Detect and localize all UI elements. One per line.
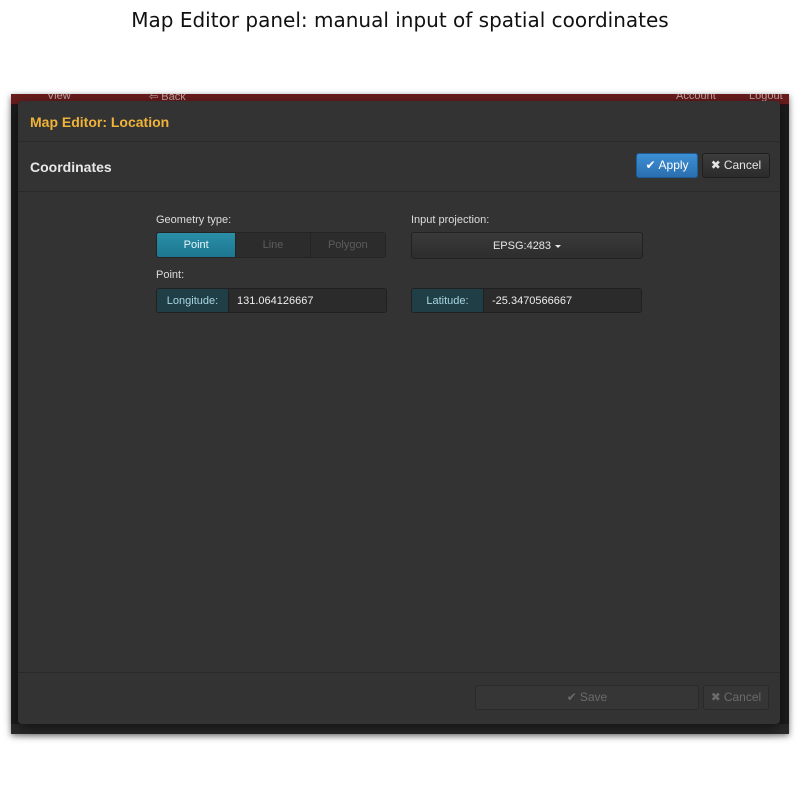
check-icon: ✔	[645, 158, 656, 172]
latitude-input[interactable]	[484, 289, 641, 312]
close-icon: ✖	[710, 158, 721, 172]
projection-dropdown[interactable]: EPSG:4283	[411, 232, 643, 259]
map-editor-modal: Map Editor: Location Coordinates ✔ Apply …	[18, 101, 780, 724]
longitude-input[interactable]	[229, 289, 386, 312]
save-button-label: Save	[579, 690, 608, 704]
input-projection-label: Input projection:	[411, 214, 490, 226]
caret-down-icon	[555, 245, 562, 248]
geometry-option-polygon[interactable]: Polygon	[309, 233, 385, 257]
cancel-button[interactable]: ✖ Cancel	[702, 153, 770, 178]
footer-cancel-button-label: Cancel	[723, 690, 762, 704]
apply-button[interactable]: ✔ Apply	[636, 153, 698, 178]
modal-footer: ✔ Save ✖ Cancel	[18, 672, 780, 725]
close-icon: ✖	[710, 690, 721, 704]
projection-value: EPSG:4283	[492, 239, 552, 252]
modal-header: Map Editor: Location	[18, 101, 780, 142]
latitude-addon: Latitude:	[412, 289, 484, 312]
background-app-bottombar	[11, 724, 789, 734]
longitude-addon: Longitude:	[157, 289, 229, 312]
figure-caption: Map Editor panel: manual input of spatia…	[131, 8, 669, 32]
latitude-input-group: Latitude:	[411, 288, 642, 313]
geometry-type-selector: Point Line Polygon	[156, 232, 386, 258]
apply-button-label: Apply	[658, 158, 689, 172]
section-title: Coordinates	[30, 159, 112, 175]
point-label: Point:	[156, 269, 185, 281]
save-button[interactable]: ✔ Save	[475, 685, 699, 710]
cancel-button-label: Cancel	[723, 158, 762, 172]
geometry-type-label: Geometry type:	[156, 214, 232, 226]
footer-cancel-button[interactable]: ✖ Cancel	[703, 685, 769, 710]
longitude-input-group: Longitude:	[156, 288, 387, 313]
modal-title: Map Editor: Location	[30, 114, 170, 130]
coordinates-section-header: Coordinates ✔ Apply ✖ Cancel	[18, 142, 780, 192]
check-icon: ✔	[566, 690, 577, 704]
geometry-option-point[interactable]: Point	[157, 233, 236, 257]
geometry-option-line[interactable]: Line	[235, 233, 310, 257]
